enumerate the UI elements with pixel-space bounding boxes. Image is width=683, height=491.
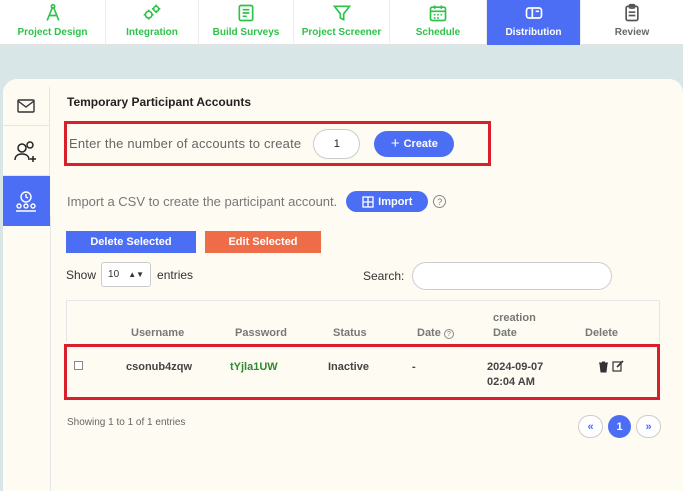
import-button-label: Import [378, 195, 413, 208]
column-date[interactable]: Date ? [417, 327, 454, 339]
group-clock-icon [16, 190, 36, 212]
cell-created-time: 02:04 AM [487, 376, 535, 388]
filter-icon [332, 5, 351, 22]
column-username[interactable]: Username [131, 327, 184, 339]
tab-build-surveys[interactable]: Build Surveys [199, 0, 294, 45]
column-password[interactable]: Password [235, 327, 287, 339]
grid-icon [362, 195, 374, 208]
search-input[interactable] [412, 262, 613, 290]
tab-label: Project Design [17, 27, 88, 38]
mailbox-icon [525, 7, 542, 19]
table-header: Username Password Status Date ? creation… [66, 300, 660, 342]
tab-label: Review [614, 27, 650, 38]
column-status[interactable]: Status [333, 327, 367, 339]
clipboard-icon [625, 3, 639, 22]
info-icon: ? [443, 329, 454, 339]
column-creation-line2[interactable]: Date [493, 327, 517, 339]
tab-project-design[interactable]: Project Design [0, 0, 106, 45]
tab-integration[interactable]: Integration [106, 0, 199, 45]
tab-schedule[interactable]: Schedule [390, 0, 487, 45]
show-label: Show [66, 267, 97, 282]
entries-label: entries [157, 267, 194, 282]
tab-label: Integration [126, 27, 178, 38]
calendar-icon [429, 5, 447, 22]
tab-label: Project Screener [301, 27, 382, 38]
import-button[interactable]: Import [346, 191, 429, 212]
updown-icon: ▲▼ [128, 270, 145, 279]
plus-icon: + [390, 135, 400, 152]
delete-selected-button[interactable]: Delete Selected [66, 231, 196, 253]
show-entries: Show 10 ▲▼ entries [66, 262, 193, 287]
search-label: Search: [363, 269, 405, 283]
sidebar-item-email[interactable] [3, 87, 50, 126]
create-button[interactable]: + Create [374, 130, 455, 157]
top-nav: Project Design Integration Build Surveys… [0, 0, 683, 45]
account-count-input[interactable] [313, 128, 361, 159]
entries-select[interactable]: 10 ▲▼ [101, 262, 152, 287]
survey-icon [238, 4, 254, 22]
entries-select-value: 10 [108, 269, 120, 280]
tab-label: Distribution [505, 27, 562, 38]
column-delete: Delete [585, 327, 619, 339]
tab-review[interactable]: Review [581, 0, 683, 45]
sidebar-item-temporary-accounts[interactable] [3, 176, 50, 226]
import-row: Import a CSV to create the participant a… [67, 191, 447, 212]
create-button-label: Create [403, 137, 438, 150]
cell-date: - [412, 361, 416, 373]
compass-icon [45, 3, 60, 21]
cell-created-date: 2024-09-07 [487, 361, 544, 373]
page-1-button[interactable]: 1 [608, 415, 631, 438]
trash-icon[interactable] [598, 361, 609, 373]
column-creation-line1[interactable]: creation [493, 312, 536, 324]
tab-label: Schedule [415, 27, 461, 38]
mail-icon [17, 99, 35, 113]
create-accounts-label: Enter the number of accounts to create [69, 136, 302, 151]
tab-distribution[interactable]: Distribution [487, 0, 581, 45]
row-checkbox[interactable] [74, 361, 83, 370]
showing-entries-text: Showing 1 to 1 of 1 entries [67, 417, 186, 428]
sidebar-divider [50, 216, 51, 491]
help-icon[interactable]: ? [433, 195, 447, 208]
main-card: Temporary Participant Accounts Enter the… [3, 79, 683, 491]
import-label: Import a CSV to create the participant a… [67, 194, 338, 209]
sidebar-item-add-users[interactable] [3, 126, 50, 176]
pagination: « 1 » [578, 415, 661, 438]
cell-password: tYjla1UW [230, 361, 278, 373]
gears-icon [143, 4, 161, 20]
add-users-icon [14, 140, 36, 162]
cell-username: csonub4zqw [126, 361, 193, 373]
table-row: csonub4zqw tYjla1UW Inactive - 2024-09-0… [64, 344, 660, 400]
search-area: Search: [363, 262, 613, 290]
prev-page-button[interactable]: « [578, 415, 603, 438]
create-accounts-row: Enter the number of accounts to create +… [64, 121, 491, 166]
tab-label: Build Surveys [212, 27, 280, 38]
column-date-label: Date [417, 327, 441, 339]
tab-project-screener[interactable]: Project Screener [294, 0, 390, 45]
sidebar [3, 87, 50, 226]
edit-icon[interactable] [612, 360, 624, 372]
next-page-button[interactable]: » [636, 415, 661, 438]
edit-selected-button[interactable]: Edit Selected [205, 231, 321, 253]
page-title: Temporary Participant Accounts [67, 95, 252, 109]
cell-status: Inactive [328, 361, 369, 373]
